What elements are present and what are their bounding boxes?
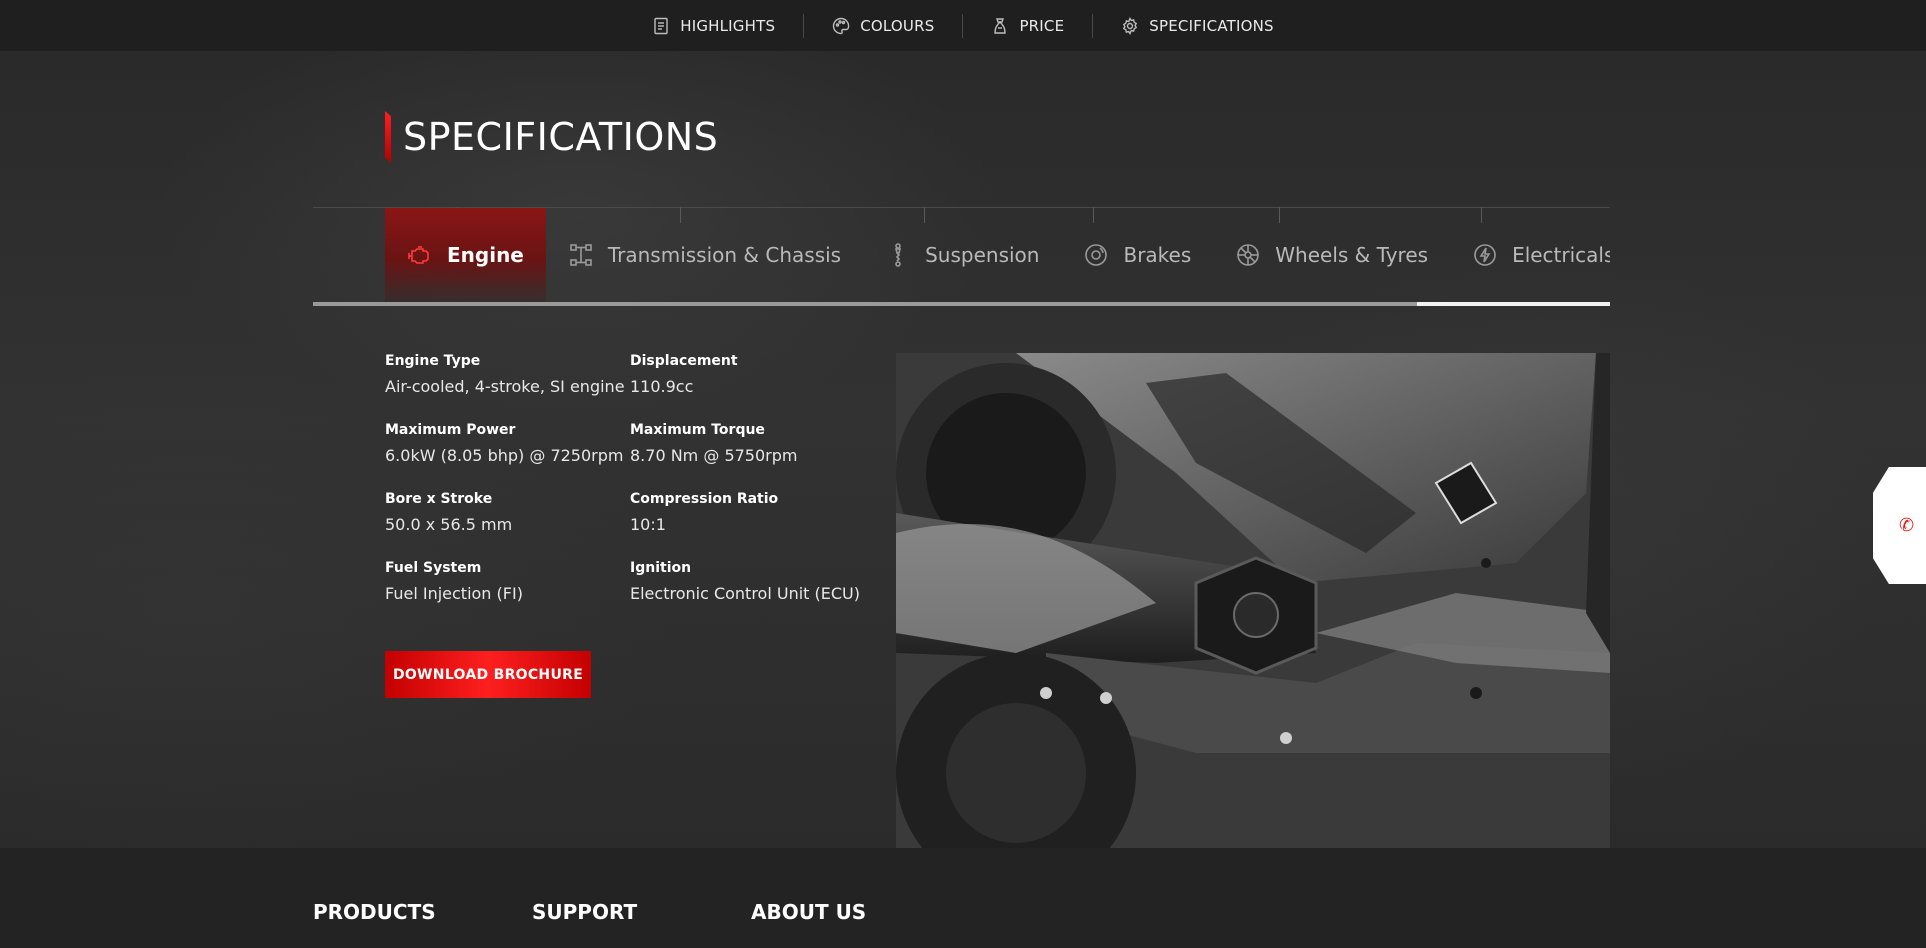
tab-brakes[interactable]: Brakes <box>1061 208 1213 302</box>
tab-brakes-label: Brakes <box>1123 243 1192 267</box>
spec-value: 6.0kW (8.05 bhp) @ 7250rpm <box>385 446 624 465</box>
engine-product-image <box>896 353 1610 848</box>
tab-transmission-chassis-label: Transmission & Chassis <box>607 243 842 267</box>
wheel-icon <box>1237 244 1260 266</box>
section-header: SPECIFICATIONS <box>385 111 718 163</box>
price-icon <box>994 17 1007 34</box>
spec-tabs: Engine Transmission & Chassis Suspension… <box>385 208 1610 302</box>
spec-item: Compression Ratio 10:1 <box>630 491 875 534</box>
nav-specifications-label: SPECIFICATIONS <box>1149 16 1274 35</box>
spec-label: Compression Ratio <box>630 491 779 507</box>
spec-label: Displacement <box>630 353 738 369</box>
lightning-icon <box>1474 244 1496 266</box>
page-title: SPECIFICATIONS <box>403 115 719 159</box>
footer-heading-support: SUPPORT <box>532 900 638 924</box>
phone-icon: ✆ <box>1898 515 1915 535</box>
spec-value: Fuel Injection (FI) <box>385 584 523 603</box>
footer-heading-products: PRODUCTS <box>313 900 436 924</box>
nav-specifications[interactable]: SPECIFICATIONS <box>1093 14 1302 38</box>
call-widget[interactable]: ✆ <box>1873 467 1926 584</box>
top-nav: HIGHLIGHTS COLOURS PRICE SPECIFICATIONS <box>0 0 1926 51</box>
tab-engine[interactable]: Engine <box>385 208 546 302</box>
tab-engine-label: Engine <box>447 243 524 267</box>
spec-label: Ignition <box>630 560 692 576</box>
engine-icon <box>408 246 429 264</box>
spec-value: 8.70 Nm @ 5750rpm <box>630 446 798 465</box>
nav-highlights-label: HIGHLIGHTS <box>680 16 776 35</box>
tab-wheels-tyres[interactable]: Wheels & Tyres <box>1213 208 1450 302</box>
spec-label: Maximum Power <box>385 422 516 438</box>
nav-price[interactable]: PRICE <box>963 14 1092 38</box>
spec-value: Electronic Control Unit (ECU) <box>630 584 861 603</box>
spec-value: 50.0 x 56.5 mm <box>385 515 513 534</box>
title-accent-bar <box>385 111 391 163</box>
tab-transmission-chassis[interactable]: Transmission & Chassis <box>546 208 863 302</box>
spec-label: Maximum Torque <box>630 422 765 438</box>
spec-item: Engine Type Air-cooled, 4-stroke, SI eng… <box>385 353 630 396</box>
spec-grid: Engine Type Air-cooled, 4-stroke, SI eng… <box>385 353 875 603</box>
nav-price-label: PRICE <box>1019 16 1065 35</box>
tab-electricals-label: Electricals <box>1512 243 1610 267</box>
tab-wheels-tyres-label: Wheels & Tyres <box>1275 243 1429 267</box>
spec-item: Fuel System Fuel Injection (FI) <box>385 560 630 603</box>
brake-disc-icon <box>1085 244 1108 266</box>
spec-item: Ignition Electronic Control Unit (ECU) <box>630 560 875 603</box>
gear-icon <box>1123 16 1138 35</box>
tab-electricals[interactable]: Electricals <box>1450 208 1610 302</box>
spec-item: Maximum Torque 8.70 Nm @ 5750rpm <box>630 422 875 465</box>
spec-value: Air-cooled, 4-stroke, SI engine <box>385 377 625 396</box>
spec-value: 110.9cc <box>630 377 694 396</box>
spec-item: Maximum Power 6.0kW (8.05 bhp) @ 7250rpm <box>385 422 630 465</box>
spec-label: Fuel System <box>385 560 482 576</box>
spec-label: Bore x Stroke <box>385 491 493 507</box>
nav-highlights[interactable]: HIGHLIGHTS <box>624 14 803 38</box>
tabs-scroll-thumb[interactable] <box>1417 302 1610 306</box>
spec-value: 10:1 <box>630 515 666 534</box>
palette-icon <box>833 17 850 34</box>
download-brochure-button[interactable]: DOWNLOAD BROCHURE <box>385 651 591 698</box>
spec-item: Displacement 110.9cc <box>630 353 875 396</box>
nav-colours-label: COLOURS <box>860 16 935 35</box>
spec-item: Bore x Stroke 50.0 x 56.5 mm <box>385 491 630 534</box>
nav-colours[interactable]: COLOURS <box>804 14 962 38</box>
document-icon <box>654 17 668 34</box>
tabs-scrollbar[interactable] <box>313 302 1610 306</box>
chassis-icon <box>570 244 592 266</box>
suspension-icon <box>895 243 902 267</box>
scooter-engine-illustration <box>896 353 1610 848</box>
tab-suspension[interactable]: Suspension <box>863 208 1061 302</box>
footer: PRODUCTS SUPPORT ABOUT US <box>0 848 1926 948</box>
spec-label: Engine Type <box>385 353 481 369</box>
footer-heading-about: ABOUT US <box>751 900 867 924</box>
specifications-section: SPECIFICATIONS Engine Transmission & Cha… <box>0 51 1926 848</box>
tab-suspension-label: Suspension <box>925 243 1040 267</box>
